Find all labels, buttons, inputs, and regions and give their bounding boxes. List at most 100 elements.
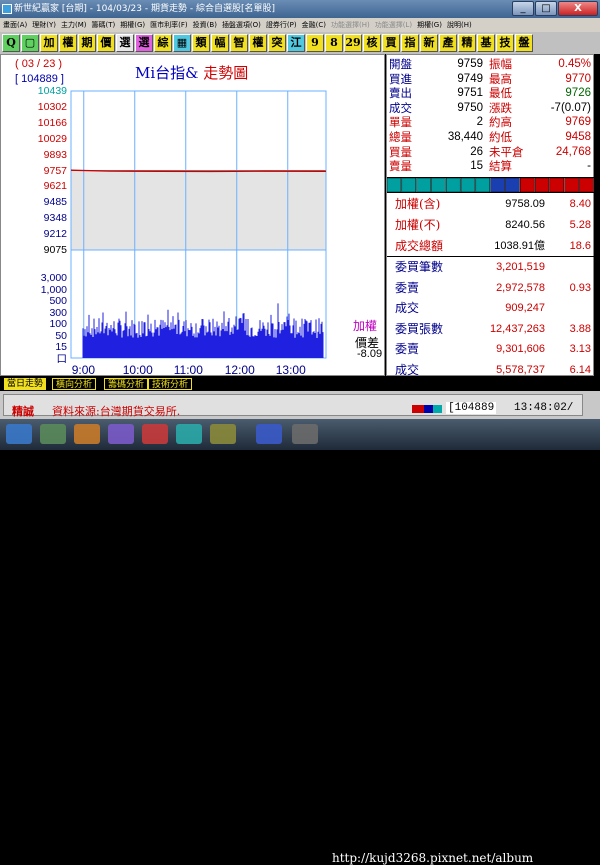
menu-item[interactable]: 籌碼(T) [92,21,116,29]
taskbar-app-icon[interactable] [292,424,318,444]
toolbar-button[interactable]: 權 [249,34,267,52]
menu-item[interactable]: 插盤選項(O) [222,21,261,29]
volume-tick-label: 1,000 [40,283,67,296]
tab-3[interactable]: 技術分析 [148,378,193,390]
volume-tick-label: 300 [49,306,67,319]
time-tick-label: 11:00 [173,363,203,377]
toolbar-button[interactable]: 突 [268,34,286,52]
taskbar-app-icon[interactable] [256,424,282,444]
toolbar-button[interactable]: 產 [439,34,457,52]
menu-item[interactable]: 金融(C) [302,21,326,29]
menu-item[interactable]: 期權(G) [417,21,442,29]
order-pct: 3.13 [569,343,591,355]
toolbar-button[interactable]: 買 [382,34,400,52]
menu-item[interactable]: 匯市利率(F) [150,21,188,29]
time-tick-label: 9:00 [71,363,96,377]
taskbar-app-icon[interactable] [74,424,100,444]
index-pct: 8.40 [569,198,591,210]
quote-value: 9770 [565,72,591,85]
menu-item[interactable]: 說明(H) [447,21,472,29]
quote-value: 0.45% [558,58,591,70]
quote-row: 成交 9750 漲跌 -7(0.07) [387,101,595,115]
toolbar-button[interactable]: 8 [325,34,343,52]
tab-2[interactable]: 籌碼分析 [104,378,149,390]
tab-1[interactable]: 橫向分析 [52,378,97,390]
toolbar-button[interactable]: ▢ [21,34,39,52]
taskbar: http://kujd3268.pixnet.net/album [0,419,600,865]
toolbar-button[interactable]: Q [2,34,20,52]
taskbar-app-icon[interactable] [142,424,168,444]
toolbar-button[interactable]: 選 [116,34,134,52]
toolbar-button[interactable]: 幅 [211,34,229,52]
order-row: 委賣 9,301,606 3.13 [387,339,595,360]
toolbar-button[interactable]: 綜 [154,34,172,52]
quote-label: 未平倉 [489,144,524,159]
toolbar-button[interactable]: 基 [477,34,495,52]
quote-label: 買進 [389,71,412,86]
menu-item[interactable]: 證券行(P) [266,21,297,29]
quote-row: 賣出 9751 最低 9726 [387,86,595,100]
depth-cell [416,178,431,192]
order-label: 成交 [395,301,420,315]
toolbar-button[interactable]: 選 [135,34,153,52]
toolbar-button[interactable]: ▦ [173,34,191,52]
depth-cell [460,178,476,192]
menu-item[interactable]: 理財(Y) [32,21,56,29]
toolbar-button[interactable]: 指 [401,34,419,52]
index-value: 9758.09 [505,198,545,210]
quote-value: 9769 [565,116,591,129]
toolbar-button[interactable]: 精 [458,34,476,52]
order-label: 委賣 [395,280,420,295]
index-label: 成交總額 [395,239,444,253]
toolbar-button[interactable]: 9 [306,34,324,52]
quote-value: 9751 [457,87,483,100]
toolbar-button[interactable]: 核 [363,34,381,52]
window-controls: _ □ X [512,1,598,16]
toolbar-button[interactable]: 新 [420,34,438,52]
tab-0[interactable]: 當日走勢 [4,378,47,390]
toolbar-button[interactable]: 技 [496,34,514,52]
order-label: 委買張數 [395,321,444,336]
taskbar-app-icon[interactable] [210,424,236,444]
toolbar-button[interactable]: 29 [344,34,362,52]
quote-value: 15 [470,160,483,173]
toolbar-button[interactable]: 類 [192,34,210,52]
quote-label: 約高 [489,115,512,130]
toolbar-button[interactable]: 盤 [515,34,533,52]
menu-item[interactable]: 功能選擇(L) [375,21,412,29]
chart-title: Mi台指& 走勢圖 [135,62,248,83]
minimize-button[interactable]: _ [512,1,534,16]
menu-item[interactable]: 期權(G) [120,21,145,29]
quote-value: 9750 [457,101,483,114]
status-bar: 精誠 資料來源:台灣期貨交易所. [104889 13:48:02/ [0,391,600,419]
status-code: [104889 [446,402,497,414]
quote-label: 賣量 [389,159,412,174]
toolbar-button[interactable]: 價 [97,34,115,52]
taskbar-app-icon[interactable] [176,424,202,444]
maximize-button[interactable]: □ [535,1,557,16]
close-button[interactable]: X [558,1,598,16]
menu-item[interactable]: 畫面(A) [3,21,27,29]
toolbar-button[interactable]: 江 [287,34,305,52]
toolbar-button[interactable]: 加 [40,34,58,52]
menu-item[interactable]: 投資(B) [193,21,217,29]
quote-row: 單量 2 約高 9769 [387,115,595,129]
status-well: 精誠 資料來源:台灣期貨交易所. [104889 13:48:02/ [3,394,583,418]
title-bar: 新世紀贏家 [台期] - 104/03/23 - 期貨走勢 - 綜合自選股[名單… [0,0,600,18]
taskbar-app-icon[interactable] [40,424,66,444]
menu-item[interactable]: 主力(M) [61,21,87,29]
toolbar-button[interactable]: 權 [59,34,77,52]
start-icon[interactable] [6,424,32,444]
taskbar-app-icon[interactable] [108,424,134,444]
depth-cell [579,178,594,192]
price-chart[interactable]: ( 03 / 23 ) [ 104889 ] Mi台指& 走勢圖 10439 10… [0,54,385,377]
depth-cell [445,178,461,192]
toolbar: Q ▢ 加權期價選選綜 ▦ 類幅智權突江 9 8 29 核買指新產精基技盤 [0,32,600,54]
depth-cell [519,178,535,192]
toolbar-button[interactable]: 期 [78,34,96,52]
menu-item[interactable]: 功能選擇(H) [331,21,370,29]
order-pct: 0.93 [569,281,591,294]
index-pct: 5.28 [569,219,591,231]
toolbar-button[interactable]: 智 [230,34,248,52]
spread-value: -8.09 [357,348,383,360]
